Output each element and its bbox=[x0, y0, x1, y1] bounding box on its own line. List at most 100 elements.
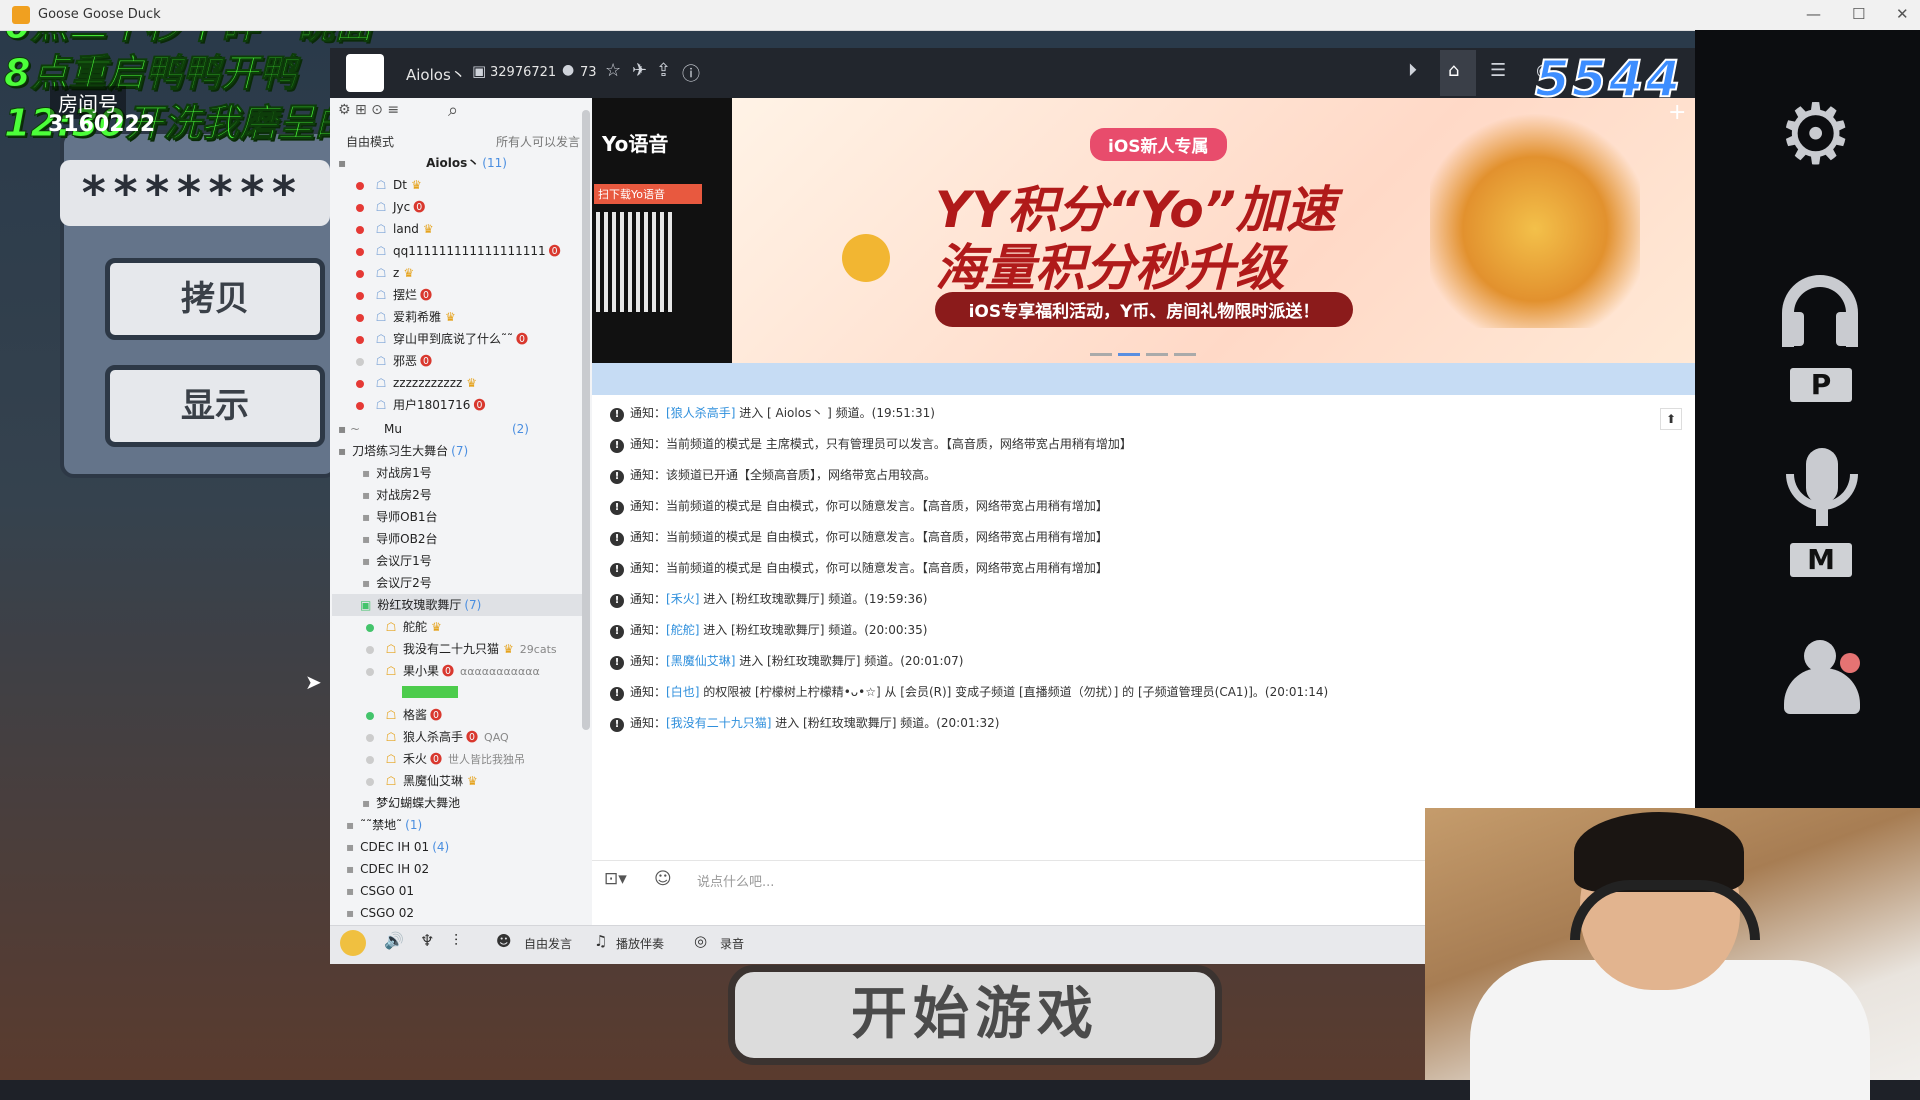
sub-channel-item[interactable]: ▪ 会议厅1号 bbox=[362, 550, 432, 572]
chat-message: ! 通知：[狼人杀高手] 进入 [ Aiolos丶 ] 频道。(19:51:31) bbox=[610, 404, 935, 422]
channel-avatar[interactable] bbox=[346, 54, 384, 92]
member-row[interactable]: ☖ 用户1801716 ⓿ bbox=[356, 394, 485, 416]
chat-user-name[interactable]: [黑魔仙艾琳] bbox=[666, 654, 735, 668]
room-password-field[interactable]: ******* bbox=[60, 160, 330, 226]
notice-icon: ! bbox=[610, 439, 624, 453]
user-count-icon: ● bbox=[562, 62, 575, 78]
overlay-line-2: 8点重启鸭鸭开鸭 bbox=[3, 51, 297, 96]
carousel-dot[interactable] bbox=[1174, 353, 1196, 356]
channel-mu[interactable]: ▪ ~ Mu (2) bbox=[338, 418, 529, 440]
favorite-star-icon[interactable]: ☆ bbox=[605, 60, 621, 81]
sub-channel-item[interactable]: ▪ 对战房1号 bbox=[362, 462, 432, 484]
member-row[interactable]: ☖ 舵舵 ♛ bbox=[366, 616, 442, 638]
qr-title: Yo语音 bbox=[602, 132, 669, 156]
member-row[interactable]: ☖ 格酱 ⓿ bbox=[366, 704, 442, 726]
sub-channel-item[interactable]: ▪ 会议厅2号 bbox=[362, 572, 432, 594]
sub-channel-item[interactable]: ▪ 导师OB2台 bbox=[362, 528, 437, 550]
member-row[interactable]: ☖ land ♛ bbox=[356, 218, 434, 240]
banner-add-icon[interactable]: + bbox=[1668, 100, 1686, 125]
video-icon[interactable]: ⏵ bbox=[1408, 60, 1417, 81]
record-button[interactable]: 录音 bbox=[720, 935, 744, 952]
status-dot bbox=[356, 291, 364, 300]
vip-badge-icon: ⓿ bbox=[516, 332, 529, 346]
settings-gear-icon[interactable]: ⚙ bbox=[1778, 92, 1853, 176]
user-icon: ☖ bbox=[375, 200, 387, 214]
emoji-game-icon[interactable]: ⊡▾ bbox=[604, 869, 627, 889]
free-speak-icon: ☻ bbox=[496, 932, 512, 950]
room-number: 3160222 bbox=[48, 112, 156, 137]
channel-item[interactable]: ▪ 梦幻蝴蝶大舞池 bbox=[362, 792, 460, 814]
status-dot bbox=[366, 733, 374, 742]
member-row[interactable]: ☖ 摆烂 ⓿ bbox=[356, 284, 432, 306]
minimize-button[interactable]: — bbox=[1806, 5, 1821, 23]
member-row[interactable]: ☖ 黑魔仙艾琳 ♛ bbox=[366, 770, 478, 792]
list-tool-icons[interactable]: ⚙ ⊞ ⊙ ≡ bbox=[338, 102, 399, 118]
carousel-dot-active[interactable] bbox=[1118, 353, 1140, 356]
sub-channel-name: 对战房1号 bbox=[376, 466, 432, 480]
member-row[interactable]: ☖ zzzzzzzzzzz ♛ bbox=[356, 372, 477, 394]
free-speak-button[interactable]: 自由发言 bbox=[524, 935, 572, 952]
start-game-button[interactable]: 开始游戏 bbox=[728, 965, 1222, 1065]
share-icon[interactable]: ⇪ bbox=[656, 60, 671, 81]
root-channel[interactable]: ▪ Aiolos丶 (11) bbox=[338, 152, 507, 174]
chat-user-name[interactable]: [舵舵] bbox=[666, 623, 699, 637]
sub-channel-item[interactable]: ▪ 导师OB1台 bbox=[362, 506, 437, 528]
search-icon[interactable]: ⌕ bbox=[448, 100, 458, 121]
user-icon: ☖ bbox=[375, 332, 387, 346]
chat-prefix: 通知： bbox=[630, 499, 667, 513]
member-row[interactable]: ☖ Dt ♛ bbox=[356, 174, 422, 196]
member-row[interactable]: ☖ 果小果 ⓿ ααααααααααα bbox=[366, 660, 540, 682]
member-row[interactable]: ☖ Jyc ⓿ bbox=[356, 196, 425, 218]
carousel-dot[interactable] bbox=[1146, 353, 1168, 356]
member-row[interactable]: ☖ 邪恶 ⓿ bbox=[356, 350, 432, 372]
channel-item[interactable]: ▪ CSGO 01 bbox=[346, 880, 414, 902]
carousel-dot[interactable] bbox=[1090, 353, 1112, 356]
scroll-top-icon[interactable]: ⬆ bbox=[1660, 408, 1682, 430]
channel-item[interactable]: ▪ CDEC IH 01 (4) bbox=[346, 836, 449, 858]
close-button[interactable]: ✕ bbox=[1896, 5, 1909, 23]
member-row[interactable]: ☖ qq111111111111111111 ⓿ bbox=[356, 240, 561, 262]
chat-user-name[interactable]: [狼人杀高手] bbox=[666, 406, 735, 420]
plane-icon[interactable]: ✈ bbox=[632, 60, 647, 81]
channel-item[interactable]: ▪ CDEC IH 02 bbox=[346, 858, 429, 880]
translate-icon[interactable]: ☺ bbox=[654, 869, 672, 889]
member-row[interactable]: ☖ 狼人杀高手 ⓿ QAQ bbox=[366, 726, 509, 748]
sub-channel-item[interactable]: ▪ 对战房2号 bbox=[362, 484, 432, 506]
copy-button[interactable]: 拷贝 bbox=[105, 258, 325, 340]
list-icon[interactable]: ☰ bbox=[1490, 60, 1506, 81]
equalizer-icon[interactable]: ⫶ bbox=[454, 931, 458, 951]
member-name: z bbox=[393, 266, 400, 280]
chat-message: ! 通知：该频道已开通【全频高音质】，网络带宽占用较高。 bbox=[610, 466, 936, 484]
chat-user-name[interactable]: [我没有二十九只猫] bbox=[666, 716, 771, 730]
chat-user-name[interactable]: [白也] bbox=[666, 685, 699, 699]
member-row[interactable]: ☖ 穿山甲到底说了什么˜˜ ⓿ bbox=[356, 328, 528, 350]
vip-badge-icon: ⓿ bbox=[548, 244, 561, 258]
list-scrollbar[interactable] bbox=[582, 110, 590, 730]
channel-item[interactable]: ▪ ˜˜禁地˜ (1) bbox=[346, 814, 422, 836]
play-music-button[interactable]: 播放伴奏 bbox=[616, 935, 664, 952]
message-input[interactable]: 说点什么吧... bbox=[697, 871, 774, 890]
chat-user-name[interactable]: [禾火] bbox=[666, 592, 699, 606]
channel-icon: ▪ bbox=[362, 796, 371, 810]
member-row[interactable]: ☖ 爱莉希雅 ♛ bbox=[356, 306, 456, 328]
app-icon bbox=[12, 6, 30, 24]
member-row[interactable]: ☖ 我没有二十九只猫 ♛ 29cats bbox=[366, 638, 557, 660]
member-name: 爱莉希雅 bbox=[393, 310, 442, 324]
channel-group[interactable]: ▪ 刀塔练习生大舞台 (7) bbox=[338, 440, 468, 462]
selected-channel[interactable]: ▣ 粉红玫瑰歌舞厅 (7) bbox=[360, 594, 481, 616]
speaker-icon[interactable]: 🔊 bbox=[384, 931, 404, 950]
info-icon[interactable]: ⓘ bbox=[682, 60, 700, 86]
show-button[interactable]: 显示 bbox=[105, 365, 325, 447]
mic-icon[interactable]: ♆ bbox=[420, 931, 434, 950]
maximize-button[interactable]: ☐ bbox=[1852, 5, 1865, 23]
channel-name[interactable]: Aiolos丶 bbox=[406, 64, 466, 85]
selected-channel-name: 粉红玫瑰歌舞厅 bbox=[377, 598, 462, 612]
member-row[interactable]: ☖ z ♛ bbox=[356, 262, 414, 284]
member-row[interactable]: ☖ 禾火 ⓿ 世人皆比我独吊 bbox=[366, 748, 525, 770]
channel-item[interactable]: ▪ CSGO 02 bbox=[346, 902, 414, 924]
channel-name: CDEC IH 02 bbox=[360, 862, 430, 876]
member-name: 禾火 bbox=[403, 752, 428, 766]
mascot-icon[interactable] bbox=[340, 930, 366, 956]
push-key-p: P bbox=[1790, 368, 1852, 402]
message-input-area[interactable] bbox=[592, 860, 1427, 926]
